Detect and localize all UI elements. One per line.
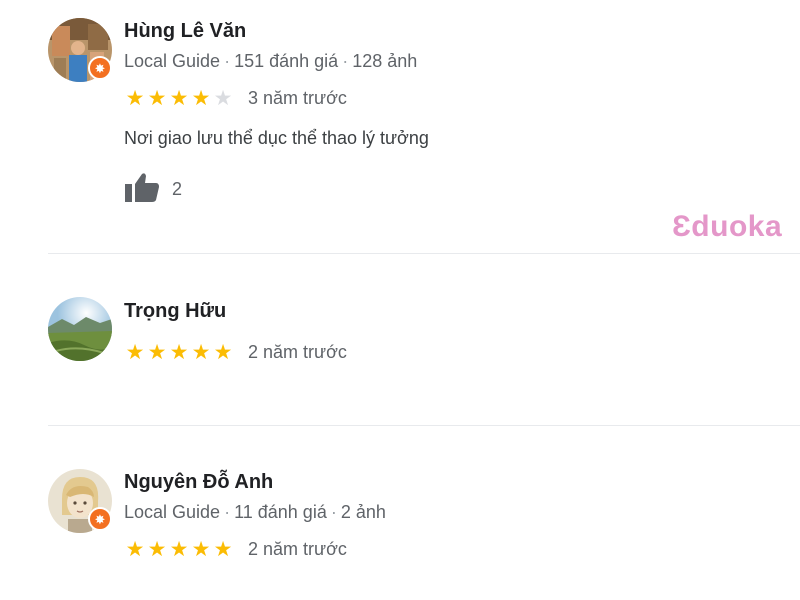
rating-row: ★ ★ ★ ★ ★ 2 năm trước — [124, 539, 347, 560]
star-filled-icon: ★ — [191, 341, 211, 364]
star-filled-icon: ★ — [125, 87, 145, 110]
photo-count: 128 ảnh — [352, 51, 418, 71]
watermark-logo: Ɛduoka — [672, 210, 783, 243]
reviewer-name[interactable]: Trọng Hữu — [124, 300, 226, 323]
star-filled-icon: ★ — [213, 538, 233, 561]
like-count: 2 — [172, 179, 183, 199]
local-guide-badge-icon: ✸ — [88, 507, 112, 531]
review-count: 151 đánh giá — [234, 51, 339, 71]
review-item: Trọng Hữu ★ ★ ★ ★ ★ 2 năm trước — [48, 297, 800, 377]
like-row: 2 — [124, 171, 182, 208]
meta-separator: · — [224, 502, 231, 522]
star-rating: ★ ★ ★ ★ ★ — [124, 88, 234, 109]
star-filled-icon: ★ — [147, 87, 167, 110]
review-item: ✸ Hùng Lê Văn Local Guide · 151 đánh giá · 1… — [48, 18, 800, 218]
thumbs-up-icon[interactable] — [124, 171, 160, 208]
star-rating: ★ ★ ★ ★ ★ — [124, 539, 234, 560]
rating-row: ★ ★ ★ ★ ★ 2 năm trước — [124, 342, 347, 363]
star-filled-icon: ★ — [125, 538, 145, 561]
local-guide-label: Local Guide — [124, 51, 221, 71]
review-time: 2 năm trước — [248, 539, 347, 559]
avatar-photo — [48, 297, 112, 361]
review-time: 3 năm trước — [248, 88, 347, 108]
local-guide-badge-icon: ✸ — [88, 56, 112, 80]
star-filled-icon: ★ — [169, 87, 189, 110]
reviewer-meta: Local Guide · 151 đánh giá · 128 ảnh — [124, 51, 417, 72]
reviewer-meta: Local Guide · 11 đánh giá · 2 ảnh — [124, 502, 386, 523]
reviewer-avatar[interactable] — [48, 297, 112, 361]
star-filled-icon: ★ — [147, 538, 167, 561]
rating-row: ★ ★ ★ ★ ★ 3 năm trước — [124, 88, 347, 109]
star-filled-icon: ★ — [191, 87, 211, 110]
star-filled-icon: ★ — [213, 341, 233, 364]
review-divider — [48, 425, 800, 426]
review-text: Nơi giao lưu thể dục thể thao lý tưởng — [124, 128, 429, 148]
reviewer-name[interactable]: Nguyên Đỗ Anh — [124, 471, 273, 494]
star-filled-icon: ★ — [191, 538, 211, 561]
reviews-panel: ✸ Hùng Lê Văn Local Guide · 151 đánh giá · 1… — [0, 0, 800, 600]
star-rating: ★ ★ ★ ★ ★ — [124, 342, 234, 363]
star-filled-icon: ★ — [169, 538, 189, 561]
meta-separator: · — [342, 51, 349, 71]
star-filled-icon: ★ — [125, 341, 145, 364]
star-filled-icon: ★ — [169, 341, 189, 364]
star-filled-icon: ★ — [147, 341, 167, 364]
review-divider — [48, 253, 800, 254]
meta-separator: · — [224, 51, 231, 71]
reviewer-name[interactable]: Hùng Lê Văn — [124, 20, 246, 43]
review-count: 11 đánh giá — [234, 502, 327, 522]
star-empty-icon: ★ — [213, 87, 233, 110]
review-time: 2 năm trước — [248, 342, 347, 362]
meta-separator: · — [330, 502, 337, 522]
photo-count: 2 ảnh — [340, 502, 386, 522]
review-item: ✸ Nguyên Đỗ Anh Local Guide · 11 đánh giá ·… — [48, 469, 800, 579]
local-guide-label: Local Guide — [124, 502, 221, 522]
